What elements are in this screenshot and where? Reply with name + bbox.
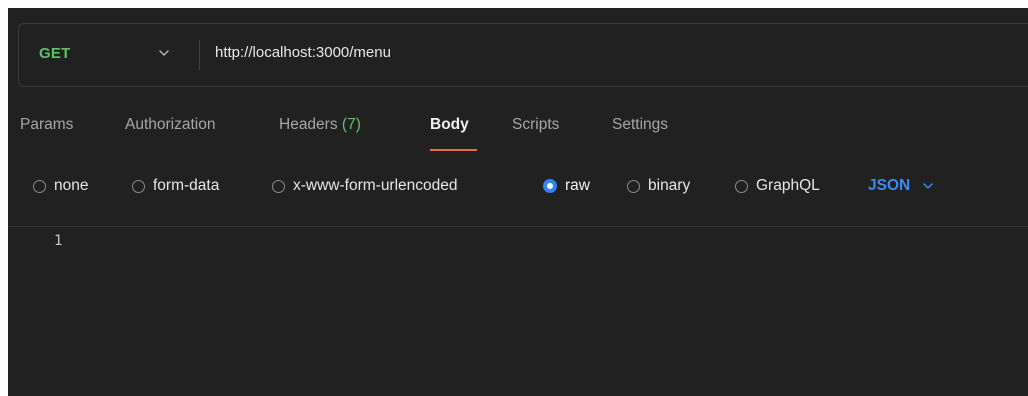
body-type-graphql[interactable]: GraphQL — [735, 176, 820, 196]
radio-checked-icon[interactable] — [543, 179, 557, 193]
method-select[interactable]: GET — [39, 45, 70, 62]
radio-unchecked-icon[interactable] — [735, 179, 748, 193]
body-type-form-data[interactable]: form-data — [132, 176, 219, 196]
body-type-label: binary — [648, 177, 691, 194]
tab-label: Settings — [612, 116, 669, 133]
active-tab-indicator — [430, 149, 477, 151]
request-panel: GET Params Authorization Headers (7) Bod… — [8, 8, 1028, 396]
body-type-raw[interactable]: raw — [543, 176, 590, 196]
body-type-options: none form-data x-www-form-urlencoded raw… — [8, 166, 1028, 206]
tab-params[interactable]: Params — [20, 116, 73, 134]
tab-label: Authorization — [125, 116, 216, 133]
body-type-label: x-www-form-urlencoded — [293, 177, 458, 194]
chevron-down-icon — [923, 183, 933, 189]
tab-body[interactable]: Body — [430, 116, 469, 134]
radio-unchecked-icon[interactable] — [132, 179, 145, 193]
body-type-label: raw — [565, 177, 590, 194]
body-type-label: GraphQL — [756, 177, 820, 194]
line-number: 1 — [54, 233, 63, 249]
tab-label: Scripts — [512, 116, 560, 133]
tab-label: Params — [20, 116, 74, 133]
tab-label: Headers — [279, 116, 338, 133]
body-type-none[interactable]: none — [33, 176, 88, 196]
radio-unchecked-icon[interactable] — [627, 179, 640, 193]
headers-count-badge: (7) — [341, 116, 361, 133]
body-format-select[interactable]: JSON — [868, 176, 934, 196]
tab-scripts[interactable]: Scripts — [512, 116, 559, 134]
radio-unchecked-icon[interactable] — [33, 179, 46, 193]
body-type-label: form-data — [153, 177, 220, 194]
tab-headers[interactable]: Headers (7) — [279, 116, 361, 134]
body-type-x-www-form-urlencoded[interactable]: x-www-form-urlencoded — [272, 176, 458, 196]
url-input[interactable] — [215, 44, 995, 61]
request-tabs: Params Authorization Headers (7) Body Sc… — [8, 108, 1028, 154]
body-type-binary[interactable]: binary — [627, 176, 690, 196]
body-type-label: none — [54, 177, 89, 194]
tab-settings[interactable]: Settings — [612, 116, 668, 134]
chevron-down-icon[interactable] — [157, 46, 171, 60]
tab-authorization[interactable]: Authorization — [125, 116, 215, 134]
radio-unchecked-icon[interactable] — [272, 179, 285, 193]
tab-label: Body — [430, 116, 469, 133]
request-bar: GET — [18, 23, 1028, 87]
method-url-divider — [199, 40, 200, 70]
body-editor[interactable]: 1 — [8, 227, 1028, 396]
body-format-label: JSON — [868, 177, 911, 194]
